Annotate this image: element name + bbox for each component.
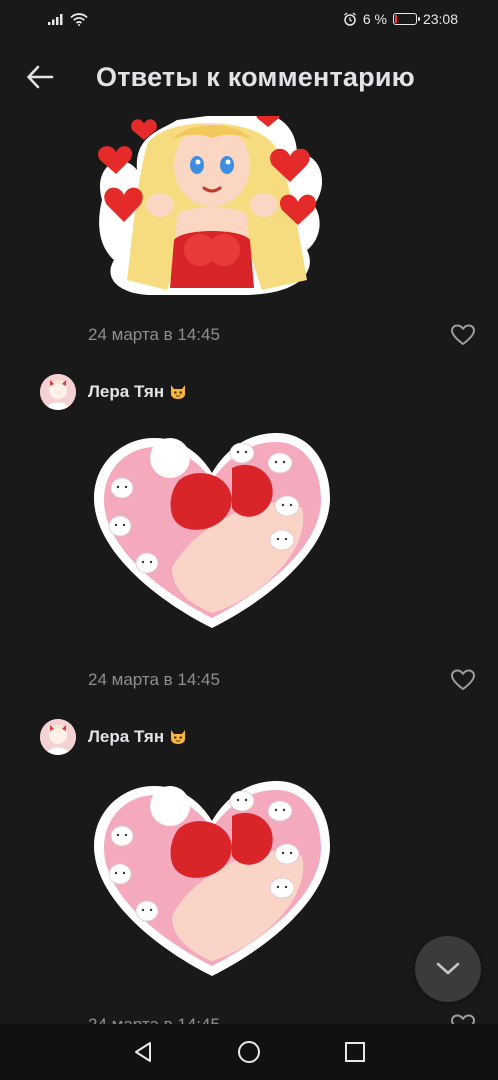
arrow-left-icon xyxy=(27,65,54,89)
comment-date: 24 марта в 14:45 xyxy=(88,1015,220,1024)
author-name[interactable]: Лера Тян xyxy=(88,727,187,747)
comments-feed[interactable]: 24 марта в 14:45 Лера Тян 24 марта в 14:… xyxy=(0,116,498,1024)
signal-icon xyxy=(48,14,63,25)
nav-home-button[interactable] xyxy=(229,1032,269,1072)
cat-face-emoji-icon xyxy=(171,385,186,399)
status-time: 23:08 xyxy=(422,11,458,27)
status-bar: 6 % 23:08 xyxy=(0,0,498,38)
wifi-icon xyxy=(70,12,88,26)
alarm-icon xyxy=(343,12,356,26)
comment-meta: 24 марта в 14:45 xyxy=(0,321,498,351)
avatar[interactable] xyxy=(40,719,76,755)
heart-outline-icon[interactable] xyxy=(450,668,476,692)
back-button[interactable] xyxy=(10,47,70,107)
avatar[interactable] xyxy=(40,374,76,410)
nav-recents-button[interactable] xyxy=(335,1032,375,1072)
comment-author-row[interactable]: Лера Тян xyxy=(0,719,498,759)
author-name[interactable]: Лера Тян xyxy=(88,382,187,402)
scroll-down-button[interactable] xyxy=(415,936,481,1002)
comment-date: 24 марта в 14:45 xyxy=(88,325,220,344)
sticker-image[interactable] xyxy=(92,116,332,298)
comment-date: 24 марта в 14:45 xyxy=(88,670,220,689)
comment-author-row[interactable]: Лера Тян xyxy=(0,374,498,414)
author-name-text: Лера Тян xyxy=(88,727,165,746)
blonde-girl-hearts-sticker xyxy=(97,116,323,295)
heart-outline-icon[interactable] xyxy=(450,1013,476,1024)
circle-home-icon xyxy=(238,1041,260,1063)
system-nav-bar xyxy=(0,1024,498,1080)
battery-icon xyxy=(392,13,420,25)
bunny-heart-sticker xyxy=(94,781,330,976)
avatar-image xyxy=(40,374,76,410)
status-right: 6 % 23:08 xyxy=(343,11,458,27)
page-title: Ответы к комментарию xyxy=(96,61,415,92)
author-name-text: Лера Тян xyxy=(88,382,165,401)
avatar-image xyxy=(40,719,76,755)
app-header: Ответы к комментарию xyxy=(0,38,498,116)
chevron-down-icon xyxy=(436,962,460,975)
battery-percent: 6 % xyxy=(362,11,387,27)
cat-face-emoji-icon xyxy=(171,730,186,744)
triangle-back-icon xyxy=(135,1042,151,1062)
comment-meta: 24 марта в 14:45 xyxy=(0,1011,498,1024)
sticker-image[interactable] xyxy=(92,776,332,981)
square-recents-icon xyxy=(345,1042,365,1062)
heart-outline-icon[interactable] xyxy=(450,323,476,347)
nav-back-button[interactable] xyxy=(123,1032,163,1072)
status-left xyxy=(48,12,88,26)
comment-meta: 24 марта в 14:45 xyxy=(0,666,498,696)
bunny-heart-sticker xyxy=(94,433,330,628)
sticker-image[interactable] xyxy=(92,428,332,633)
battery-fill xyxy=(394,15,397,23)
